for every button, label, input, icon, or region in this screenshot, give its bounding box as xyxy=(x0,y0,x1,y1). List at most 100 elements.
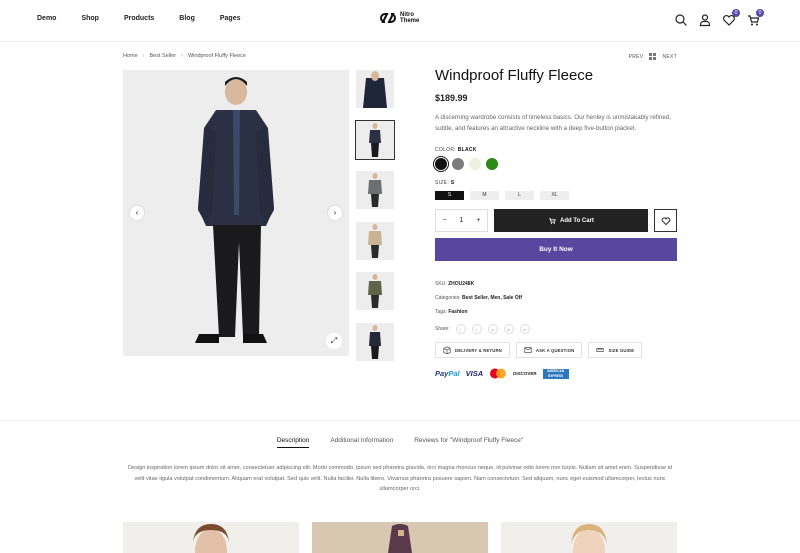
email-icon[interactable]: m xyxy=(519,324,530,334)
cart-count-badge: 0 xyxy=(756,9,764,17)
size-option-s[interactable]: S xyxy=(435,191,464,200)
color-label: COLOR: BLACK xyxy=(435,147,477,153)
discover-logo: DISCOVER xyxy=(513,371,537,376)
size-label: SIZE: S xyxy=(435,180,455,186)
swatch-black[interactable] xyxy=(435,158,447,170)
thumbnail-4[interactable] xyxy=(356,221,394,260)
related-product-card[interactable] xyxy=(501,522,677,553)
cart-button[interactable]: 0 xyxy=(746,9,764,27)
logo-mark-icon xyxy=(379,13,397,23)
prev-image-arrow-icon[interactable]: ‹ xyxy=(130,206,144,220)
product-title: Windproof Fluffy Fleece xyxy=(435,67,594,84)
main-nav: Demo Shop Products Blog Pages xyxy=(37,15,265,22)
site-logo[interactable]: Nitro Theme xyxy=(379,12,419,24)
thumbnail-photo xyxy=(368,223,382,258)
cart-icon xyxy=(549,217,556,224)
next-image-arrow-icon[interactable]: › xyxy=(328,206,342,220)
nav-item-products[interactable]: Products xyxy=(124,15,154,22)
breadcrumb-home[interactable]: Home xyxy=(123,53,138,59)
breadcrumb-separator-icon: › xyxy=(142,53,145,59)
site-header: Demo Shop Products Blog Pages Nitro Them… xyxy=(0,0,800,42)
product-description: A discerning wardrobe consists of timele… xyxy=(435,114,671,132)
nav-item-blog[interactable]: Blog xyxy=(179,15,195,22)
size-guide-button[interactable]: SIZE GUIDE xyxy=(588,342,643,358)
mastercard-logo xyxy=(490,368,507,379)
tab-reviews[interactable]: Reviews for "Windproof Fluffy Fleece" xyxy=(414,437,523,448)
related-product-card[interactable] xyxy=(312,522,488,553)
prev-link[interactable]: PREV xyxy=(629,54,644,60)
product-main-image[interactable]: ‹ › ⤢ xyxy=(123,70,349,356)
info-buttons: DELIVERY & RETURN ASK A QUESTION SIZE GU… xyxy=(435,342,677,358)
product-price: $189.99 xyxy=(435,93,468,103)
facebook-icon[interactable]: f xyxy=(455,324,466,334)
size-option-m[interactable]: M xyxy=(470,191,499,200)
header-icons: 0 0 xyxy=(674,9,764,27)
tab-description[interactable]: Description xyxy=(276,437,310,448)
amex-logo: AMERICAN EXPRESS xyxy=(542,368,569,379)
thumbnail-2[interactable] xyxy=(355,119,395,160)
qty-value[interactable]: 1 xyxy=(460,217,464,224)
thumbnail-6[interactable] xyxy=(356,322,394,361)
search-icon[interactable] xyxy=(674,13,688,27)
swatch-cream[interactable] xyxy=(469,158,481,170)
qty-decrease-button[interactable]: − xyxy=(442,217,446,224)
nav-item-demo[interactable]: Demo xyxy=(37,15,56,22)
product-tabs: Description Additional Information Revie… xyxy=(0,437,800,448)
breadcrumb: Home › Best Seller › Windproof Fluffy Fl… xyxy=(123,53,246,59)
thumbnail-list xyxy=(355,70,395,373)
mail-icon xyxy=(524,347,532,353)
expand-icon[interactable]: ⤢ xyxy=(326,333,342,349)
thumbnail-photo xyxy=(363,71,387,108)
thumbnail-photo xyxy=(368,274,382,308)
ask-question-button[interactable]: ASK A QUESTION xyxy=(515,342,583,358)
ruler-icon xyxy=(596,348,605,352)
thumbnail-photo xyxy=(369,324,381,359)
paypal-logo: PayPal xyxy=(435,369,460,378)
breadcrumb-current: Windproof Fluffy Fleece xyxy=(187,53,246,59)
product-photo xyxy=(501,522,677,553)
nav-item-shop[interactable]: Shop xyxy=(81,15,99,22)
product-photo xyxy=(123,522,299,553)
wishlist-button[interactable]: 0 xyxy=(722,9,740,27)
add-to-cart-button[interactable]: Add To Cart xyxy=(494,209,648,232)
thumbnail-3[interactable] xyxy=(356,171,394,209)
user-icon[interactable] xyxy=(698,13,712,27)
swatch-gray[interactable] xyxy=(452,158,464,170)
heart-icon xyxy=(661,216,670,225)
selected-size: S xyxy=(450,180,455,186)
buy-now-button[interactable]: Buy It Now xyxy=(435,238,677,261)
add-to-wishlist-button[interactable] xyxy=(654,209,677,232)
categories-value[interactable]: Best Seller, Men, Sale Off xyxy=(462,295,522,301)
swatch-green[interactable] xyxy=(486,158,498,170)
linkedin-icon[interactable]: in xyxy=(503,324,514,334)
tags-row: Tags: Fashion xyxy=(435,309,468,315)
grid-icon[interactable] xyxy=(649,53,657,60)
breadcrumb-separator-icon: › xyxy=(181,53,183,59)
share-label: Share: xyxy=(435,326,450,332)
breadcrumb-best-seller[interactable]: Best Seller xyxy=(150,53,177,59)
size-option-l[interactable]: L xyxy=(505,191,534,200)
size-option-xl[interactable]: XL xyxy=(540,191,569,200)
thumbnail-1[interactable] xyxy=(356,70,394,108)
thumbnail-5[interactable] xyxy=(356,272,394,310)
logo-text: Nitro Theme xyxy=(400,12,420,24)
selected-color: BLACK xyxy=(457,147,477,153)
tags-value[interactable]: Fashion xyxy=(448,309,467,315)
product-photo xyxy=(312,522,488,553)
thumbnail-photo xyxy=(368,173,382,207)
cart-row: − 1 + Add To Cart xyxy=(435,209,677,232)
qty-increase-button[interactable]: + xyxy=(476,217,480,224)
pinterest-icon[interactable]: p xyxy=(487,324,498,334)
nav-item-pages[interactable]: Pages xyxy=(220,15,241,22)
twitter-icon[interactable]: t xyxy=(471,324,482,334)
related-product-card[interactable] xyxy=(123,522,299,553)
wishlist-count-badge: 0 xyxy=(732,9,740,17)
box-icon xyxy=(443,346,451,354)
next-link[interactable]: NEXT xyxy=(662,54,677,60)
thumbnail-photo xyxy=(369,122,381,157)
sku-row: SKU: ZHOU248K xyxy=(435,281,475,287)
sku-value: ZHOU248K xyxy=(448,281,475,287)
delivery-return-button[interactable]: DELIVERY & RETURN xyxy=(435,342,510,358)
description-text: Design inspiration lorem ipsum dolor sit… xyxy=(127,465,673,492)
tab-additional-information[interactable]: Additional Information xyxy=(330,437,393,448)
